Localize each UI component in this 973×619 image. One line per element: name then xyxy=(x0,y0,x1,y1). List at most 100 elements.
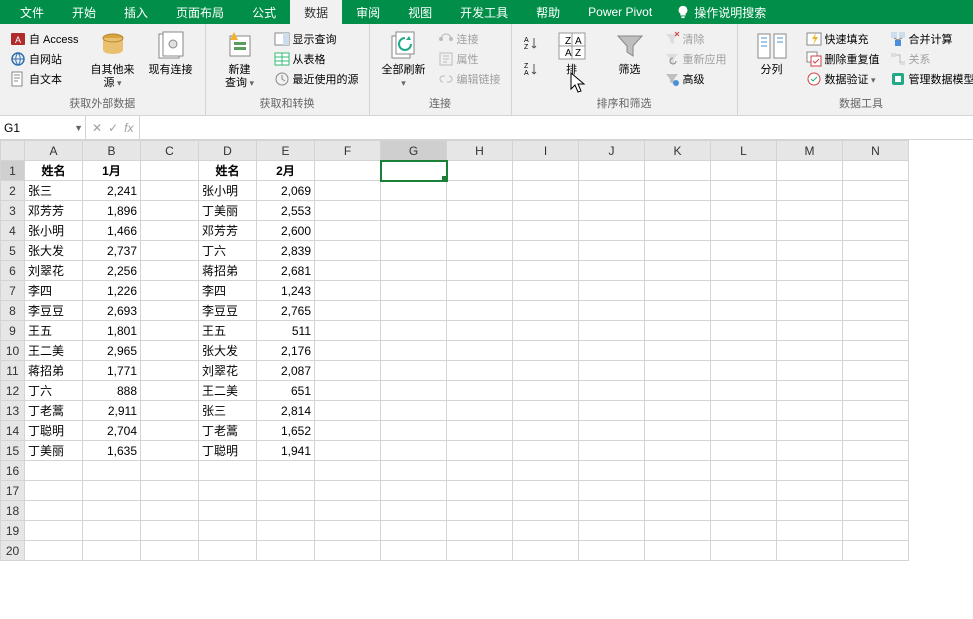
cell-N5[interactable] xyxy=(843,241,909,261)
row-header-2[interactable]: 2 xyxy=(1,181,25,201)
cell-E4[interactable]: 2,600 xyxy=(257,221,315,241)
cell-B6[interactable]: 2,256 xyxy=(83,261,141,281)
cell-A13[interactable]: 丁老蒿 xyxy=(25,401,83,421)
cell-E12[interactable]: 651 xyxy=(257,381,315,401)
cell-J10[interactable] xyxy=(579,341,645,361)
consolidate-button[interactable]: 合并计算 xyxy=(886,30,973,48)
row-header-15[interactable]: 15 xyxy=(1,441,25,461)
cell-D16[interactable] xyxy=(199,461,257,481)
cell-A19[interactable] xyxy=(25,521,83,541)
cell-I19[interactable] xyxy=(513,521,579,541)
connections-button[interactable]: 连接 xyxy=(434,30,505,48)
cell-A5[interactable]: 张大发 xyxy=(25,241,83,261)
cell-H1[interactable] xyxy=(447,161,513,181)
cell-A10[interactable]: 王二美 xyxy=(25,341,83,361)
cell-H15[interactable] xyxy=(447,441,513,461)
cell-M4[interactable] xyxy=(777,221,843,241)
insert-function-button[interactable]: fx xyxy=(124,121,133,135)
reapply-button[interactable]: 重新应用 xyxy=(660,50,731,68)
clear-filter-button[interactable]: 清除 xyxy=(660,30,731,48)
cell-N19[interactable] xyxy=(843,521,909,541)
formula-input[interactable] xyxy=(140,116,973,139)
cell-I11[interactable] xyxy=(513,361,579,381)
cell-M7[interactable] xyxy=(777,281,843,301)
cell-N3[interactable] xyxy=(843,201,909,221)
row-header-14[interactable]: 14 xyxy=(1,421,25,441)
cell-M6[interactable] xyxy=(777,261,843,281)
cell-M9[interactable] xyxy=(777,321,843,341)
cell-M15[interactable] xyxy=(777,441,843,461)
properties-button[interactable]: 属性 xyxy=(434,50,505,68)
cell-L11[interactable] xyxy=(711,361,777,381)
cell-A3[interactable]: 邓芳芳 xyxy=(25,201,83,221)
cell-I10[interactable] xyxy=(513,341,579,361)
cell-A6[interactable]: 刘翠花 xyxy=(25,261,83,281)
cell-J6[interactable] xyxy=(579,261,645,281)
cell-D8[interactable]: 李豆豆 xyxy=(199,301,257,321)
cell-L19[interactable] xyxy=(711,521,777,541)
cell-C17[interactable] xyxy=(141,481,199,501)
cell-D1[interactable]: 姓名 xyxy=(199,161,257,181)
cell-D18[interactable] xyxy=(199,501,257,521)
cell-K4[interactable] xyxy=(645,221,711,241)
cell-M2[interactable] xyxy=(777,181,843,201)
cell-L13[interactable] xyxy=(711,401,777,421)
row-header-1[interactable]: 1 xyxy=(1,161,25,181)
cell-K15[interactable] xyxy=(645,441,711,461)
text-to-columns-button[interactable]: 分列 xyxy=(744,28,800,93)
cell-B15[interactable]: 1,635 xyxy=(83,441,141,461)
cell-J1[interactable] xyxy=(579,161,645,181)
cell-G10[interactable] xyxy=(381,341,447,361)
flash-fill-button[interactable]: 快速填充 xyxy=(802,30,884,48)
cell-A16[interactable] xyxy=(25,461,83,481)
cell-F19[interactable] xyxy=(315,521,381,541)
cell-C2[interactable] xyxy=(141,181,199,201)
cell-A12[interactable]: 丁六 xyxy=(25,381,83,401)
from-web-button[interactable]: 自网站 xyxy=(6,50,83,68)
row-header-7[interactable]: 7 xyxy=(1,281,25,301)
cell-N1[interactable] xyxy=(843,161,909,181)
row-header-16[interactable]: 16 xyxy=(1,461,25,481)
cell-I13[interactable] xyxy=(513,401,579,421)
col-header-I[interactable]: I xyxy=(513,141,579,161)
cell-B9[interactable]: 1,801 xyxy=(83,321,141,341)
cell-B8[interactable]: 2,693 xyxy=(83,301,141,321)
cell-K5[interactable] xyxy=(645,241,711,261)
cell-C8[interactable] xyxy=(141,301,199,321)
cell-J3[interactable] xyxy=(579,201,645,221)
col-header-C[interactable]: C xyxy=(141,141,199,161)
cell-N7[interactable] xyxy=(843,281,909,301)
cell-D12[interactable]: 王二美 xyxy=(199,381,257,401)
cell-C11[interactable] xyxy=(141,361,199,381)
cell-N15[interactable] xyxy=(843,441,909,461)
col-header-A[interactable]: A xyxy=(25,141,83,161)
cell-J5[interactable] xyxy=(579,241,645,261)
cell-A9[interactable]: 王五 xyxy=(25,321,83,341)
cell-K3[interactable] xyxy=(645,201,711,221)
cell-K14[interactable] xyxy=(645,421,711,441)
cell-D6[interactable]: 蒋招弟 xyxy=(199,261,257,281)
cell-D7[interactable]: 李四 xyxy=(199,281,257,301)
cell-K17[interactable] xyxy=(645,481,711,501)
cell-N20[interactable] xyxy=(843,541,909,561)
cell-J18[interactable] xyxy=(579,501,645,521)
cell-L6[interactable] xyxy=(711,261,777,281)
cell-M3[interactable] xyxy=(777,201,843,221)
cell-E3[interactable]: 2,553 xyxy=(257,201,315,221)
cell-H9[interactable] xyxy=(447,321,513,341)
cell-N17[interactable] xyxy=(843,481,909,501)
cell-H3[interactable] xyxy=(447,201,513,221)
cell-E17[interactable] xyxy=(257,481,315,501)
remove-duplicates-button[interactable]: 删除重复值 xyxy=(802,50,884,68)
cell-C18[interactable] xyxy=(141,501,199,521)
cell-J11[interactable] xyxy=(579,361,645,381)
tab-view[interactable]: 视图 xyxy=(394,0,446,24)
tab-home[interactable]: 开始 xyxy=(58,0,110,24)
cell-C4[interactable] xyxy=(141,221,199,241)
cell-G6[interactable] xyxy=(381,261,447,281)
cell-F20[interactable] xyxy=(315,541,381,561)
cell-D19[interactable] xyxy=(199,521,257,541)
cell-G7[interactable] xyxy=(381,281,447,301)
cell-B12[interactable]: 888 xyxy=(83,381,141,401)
cell-I18[interactable] xyxy=(513,501,579,521)
